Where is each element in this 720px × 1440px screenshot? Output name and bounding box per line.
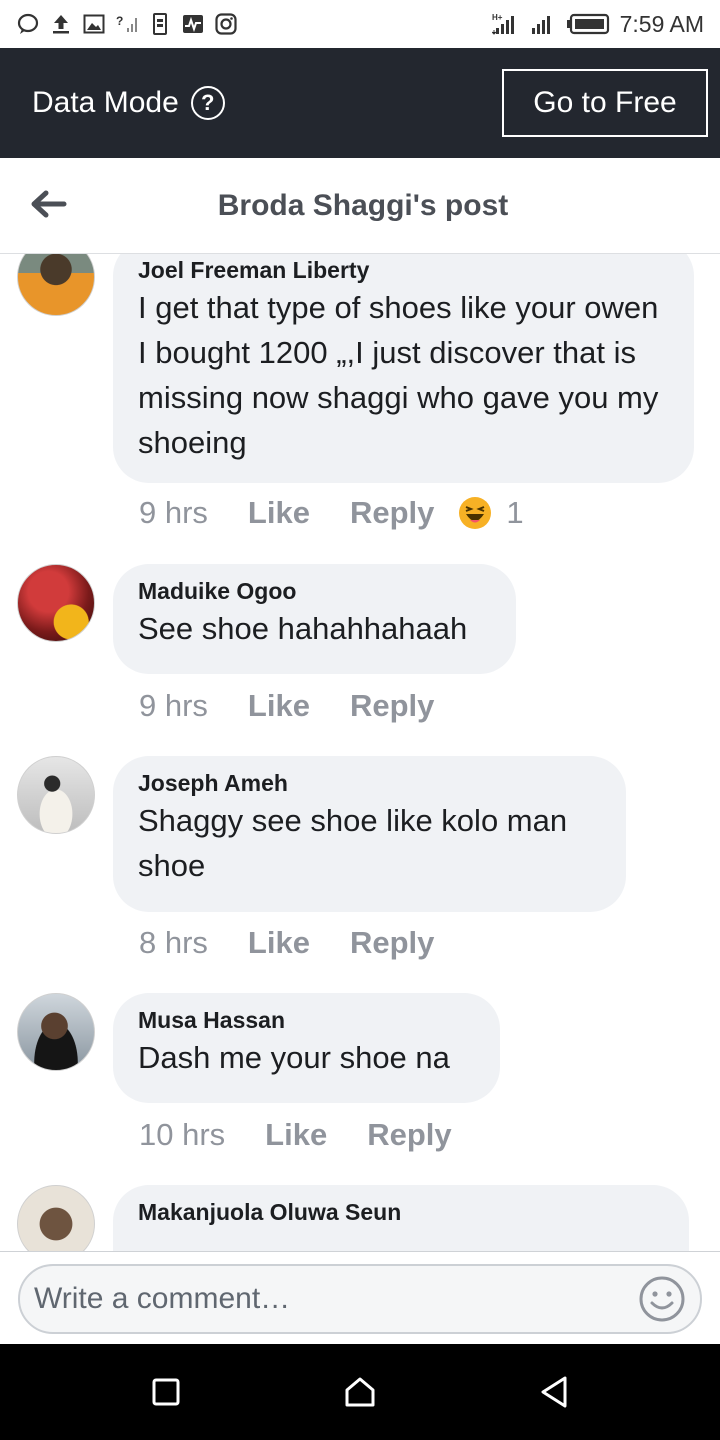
comment-list[interactable]: Joel Freeman Liberty I get that type of … <box>0 254 720 1252</box>
comment-text: Dash me your shoe na <box>138 1040 450 1075</box>
reply-button[interactable]: Reply <box>350 925 434 961</box>
home-icon[interactable] <box>343 1375 377 1409</box>
like-button[interactable]: Like <box>248 495 310 531</box>
status-notification-icons: ? <box>16 12 238 36</box>
arrow-left-icon[interactable] <box>28 184 68 224</box>
avatar[interactable] <box>17 993 95 1071</box>
comment-time: 8 hrs <box>139 925 208 960</box>
reaction-count: 1 <box>506 495 524 530</box>
comment-text: I get that type of shoes like your owen … <box>138 290 659 460</box>
reply-button[interactable]: Reply <box>350 688 434 724</box>
go-to-free-button[interactable]: Go to Free <box>502 69 708 137</box>
avatar[interactable] <box>17 254 95 316</box>
sim-icon <box>148 12 172 36</box>
like-button[interactable]: Like <box>248 925 310 961</box>
chat-bubble-icon <box>16 12 40 36</box>
comment-bubble[interactable]: Musa Hassan Dash me your shoe na <box>113 993 500 1103</box>
status-time: 7:59 AM <box>619 10 704 37</box>
data-mode-label-group: Data Mode ? <box>32 86 225 120</box>
comment-input-bar <box>0 1251 720 1344</box>
battery-icon <box>566 12 610 36</box>
svg-text:H+: H+ <box>492 13 503 22</box>
back-triangle-icon[interactable] <box>539 1375 569 1409</box>
post-header: Broda Shaggi's post <box>0 158 720 254</box>
comment-bubble[interactable]: Joel Freeman Liberty I get that type of … <box>113 254 694 483</box>
instagram-icon <box>214 12 238 36</box>
comment-meta: 10 hrs Like Reply <box>139 1117 492 1153</box>
signal-question-icon: ? <box>115 12 139 36</box>
comment-author[interactable]: Joseph Ameh <box>138 768 600 798</box>
data-mode-bar: Data Mode ? Go to Free <box>0 48 720 158</box>
comment-time: 9 hrs <box>139 495 208 530</box>
signal-icon <box>530 12 556 36</box>
recents-square-icon[interactable] <box>151 1377 181 1407</box>
comment-text: See shoe hahahhahaah <box>138 611 468 646</box>
avatar[interactable] <box>17 1185 95 1252</box>
comment-author[interactable]: Maduike Ogoo <box>138 576 490 606</box>
avatar[interactable] <box>17 564 95 642</box>
svg-text:?: ? <box>116 14 123 28</box>
reply-button[interactable]: Reply <box>350 495 434 531</box>
comment-author[interactable]: Musa Hassan <box>138 1005 474 1035</box>
comment-meta: 8 hrs Like Reply <box>139 925 474 961</box>
comment-bubble[interactable]: Maduike Ogoo See shoe hahahhahaah <box>113 564 516 674</box>
comment-meta: 9 hrs Like Reply 1 <box>139 495 524 531</box>
comment-time: 9 hrs <box>139 688 208 723</box>
smiley-icon[interactable] <box>638 1275 686 1323</box>
data-mode-label: Data Mode <box>32 86 179 119</box>
comment-author[interactable]: Joel Freeman Liberty <box>138 255 668 285</box>
comment-text: Shaggy see shoe like kolo man shoe <box>138 803 568 883</box>
comment-author[interactable]: Makanjuola Oluwa Seun <box>138 1197 663 1227</box>
navigation-bar <box>0 1344 720 1440</box>
avatar[interactable] <box>17 756 95 834</box>
page-title: Broda Shaggi's post <box>217 188 509 222</box>
status-bar: ? H+ 7:59 AM <box>0 0 720 48</box>
comment-bubble[interactable]: Makanjuola Oluwa Seun <box>113 1185 689 1252</box>
like-button[interactable]: Like <box>265 1117 327 1153</box>
activity-icon <box>181 12 205 36</box>
upload-icon <box>49 12 73 36</box>
haha-emoji-icon <box>458 496 492 530</box>
help-icon[interactable]: ? <box>190 86 225 120</box>
reaction-summary[interactable]: 1 <box>458 495 524 531</box>
comment-bubble[interactable]: Joseph Ameh Shaggy see shoe like kolo ma… <box>113 756 626 912</box>
image-icon <box>82 12 106 36</box>
status-system-icons: H+ 7:59 AM <box>491 10 704 38</box>
network-h-plus-icon: H+ <box>491 12 520 36</box>
comment-meta: 9 hrs Like Reply <box>139 688 474 724</box>
comment-time: 10 hrs <box>139 1117 226 1152</box>
reply-button[interactable]: Reply <box>367 1117 451 1153</box>
comment-input[interactable] <box>34 1282 638 1316</box>
comment-input-container <box>18 1264 702 1334</box>
like-button[interactable]: Like <box>248 688 310 724</box>
